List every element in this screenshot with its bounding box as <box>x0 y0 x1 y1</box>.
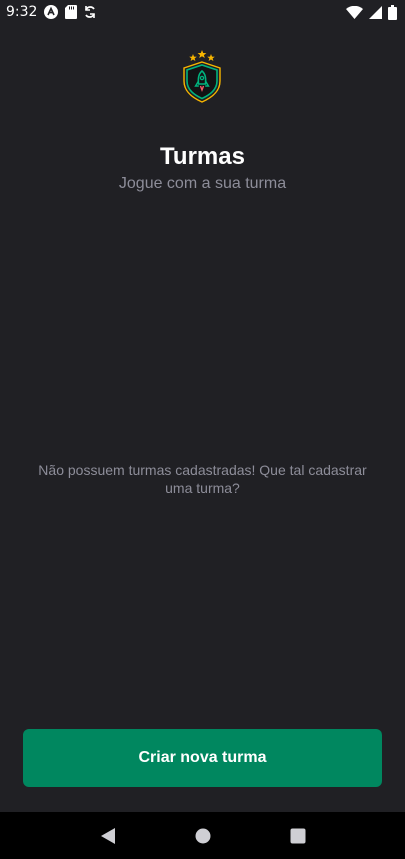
page-subtitle: Jogue com a sua turma <box>118 175 287 192</box>
rocket-shield-logo <box>181 48 223 104</box>
back-icon[interactable] <box>96 824 120 848</box>
battery-icon <box>388 4 397 20</box>
navigation-bar <box>0 812 405 859</box>
sync-icon <box>84 5 96 19</box>
status-left: 9:32 <box>6 4 96 20</box>
home-icon[interactable] <box>191 824 215 848</box>
recents-icon[interactable] <box>286 824 310 848</box>
empty-list-message: Não possuem turmas cadastradas! Que tal … <box>38 462 367 496</box>
screen: 9:32 Turmas Jogue com a sua turma Não po… <box>0 0 405 859</box>
signal-icon <box>369 5 382 19</box>
status-bar: 9:32 <box>0 0 405 24</box>
sd-card-icon <box>65 5 78 19</box>
page-title: Turmas <box>160 143 245 170</box>
status-right <box>346 4 397 20</box>
create-group-button[interactable]: Criar nova turma <box>23 729 382 787</box>
wifi-icon <box>346 5 363 19</box>
app-a-icon <box>44 5 59 19</box>
status-time: 9:32 <box>6 4 38 20</box>
